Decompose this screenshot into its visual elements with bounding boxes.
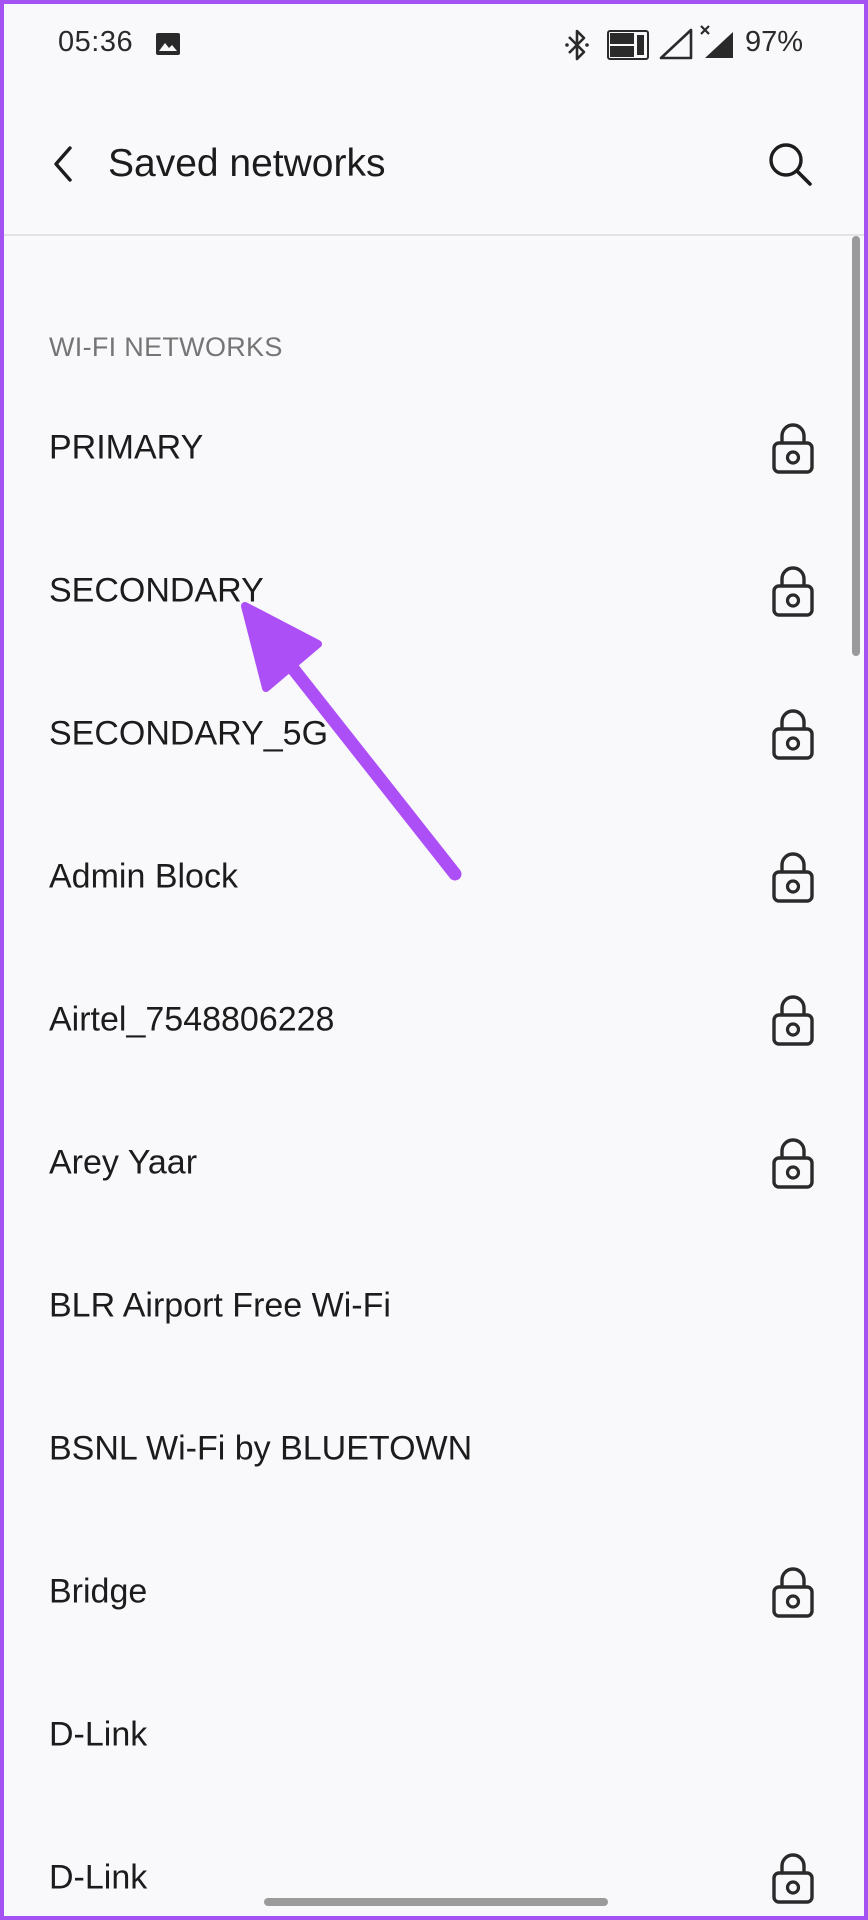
- status-time: 05:36: [58, 26, 134, 58]
- section-header-wifi-networks: WI-FI NETWORKS: [49, 332, 283, 362]
- network-row[interactable]: Bridge: [4, 1520, 834, 1663]
- signal-no-service-icon: [700, 25, 733, 58]
- network-name: D-Link: [49, 1858, 148, 1896]
- bluetooth-icon: [565, 29, 589, 61]
- network-row[interactable]: Arey Yaar: [4, 1091, 834, 1234]
- screen: 05:36 97% Saved networks WI-FI NETWORKS …: [4, 4, 864, 1916]
- battery-percent: 97%: [745, 26, 804, 58]
- status-bar: 05:36 97%: [4, 4, 864, 84]
- network-row[interactable]: D-Link: [4, 1663, 834, 1806]
- network-row[interactable]: SECONDARY_5G: [4, 662, 834, 805]
- lock-icon: [771, 1851, 815, 1905]
- lock-icon: [771, 993, 815, 1047]
- network-name: Arey Yaar: [49, 1143, 198, 1181]
- network-name: Bridge: [49, 1572, 148, 1610]
- volte-icon: [607, 30, 649, 60]
- lock-icon: [771, 850, 815, 904]
- lock-icon: [771, 707, 815, 761]
- network-row[interactable]: BLR Airport Free Wi-Fi: [4, 1234, 834, 1377]
- scrollbar[interactable]: [852, 236, 860, 656]
- network-row[interactable]: SECONDARY: [4, 519, 834, 662]
- network-name: Admin Block: [49, 857, 238, 895]
- network-name: BSNL Wi-Fi by BLUETOWN: [49, 1429, 473, 1467]
- network-row[interactable]: Admin Block: [4, 805, 834, 948]
- network-name: SECONDARY_5G: [49, 714, 329, 752]
- network-name: BLR Airport Free Wi-Fi: [49, 1286, 391, 1324]
- network-row[interactable]: BSNL Wi-Fi by BLUETOWN: [4, 1377, 834, 1520]
- gallery-icon: [156, 33, 180, 55]
- signal-icon: [659, 28, 693, 60]
- network-name: Airtel_7548806228: [49, 1000, 335, 1038]
- app-bar: Saved networks: [4, 84, 864, 236]
- page-title: Saved networks: [108, 142, 386, 185]
- network-name: PRIMARY: [49, 428, 204, 466]
- lock-icon: [771, 421, 815, 475]
- lock-icon: [771, 1136, 815, 1190]
- network-row[interactable]: PRIMARY: [4, 376, 834, 519]
- search-icon[interactable]: [766, 140, 814, 188]
- home-indicator[interactable]: [264, 1898, 608, 1906]
- network-name: D-Link: [49, 1715, 148, 1753]
- lock-icon: [771, 1565, 815, 1619]
- network-name: SECONDARY: [49, 571, 264, 609]
- lock-icon: [771, 564, 815, 618]
- back-arrow-icon[interactable]: [48, 142, 78, 186]
- network-row[interactable]: Airtel_7548806228: [4, 948, 834, 1091]
